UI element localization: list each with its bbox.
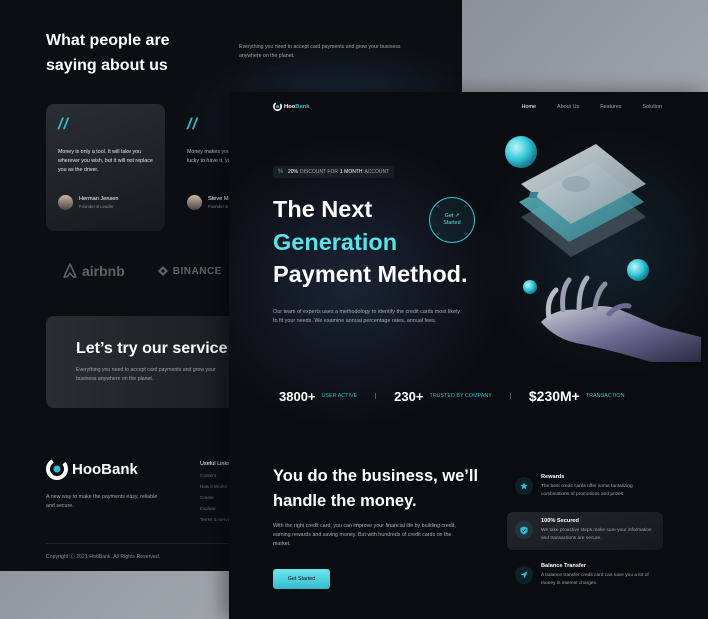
shield-icon — [515, 521, 533, 539]
brand-name: HooBank — [284, 103, 310, 110]
client-logos: airbnb BINANCE — [62, 263, 222, 279]
stats-bar: 3800+ USER ACTIVE 230+ TRUSTED BY COMPAN… — [279, 388, 625, 404]
quote-icon: // — [58, 116, 69, 133]
robot-hand — [541, 275, 701, 362]
testimonial-author: Herman Jensen Founder & Leader — [58, 195, 119, 210]
teal-sphere-left — [523, 280, 537, 294]
teal-sphere-top — [505, 136, 537, 168]
nav-logo[interactable]: HooBank — [273, 102, 309, 111]
testimonial-card: // Money is only a tool. It will take yo… — [46, 104, 165, 231]
teal-sphere-right — [627, 259, 649, 281]
feature-rewards: Rewards The best credit cards offer some… — [507, 468, 663, 506]
feature-secured: 100% Secured We take proactive steps mak… — [507, 512, 663, 550]
hero-title-line-3: Payment Method. — [273, 261, 468, 287]
author-role: Founder & Leader — [79, 204, 114, 209]
stat-transactions: $230M+ TRANSACTION — [528, 388, 625, 404]
nav-solution[interactable]: Solution — [643, 104, 662, 110]
nav-about-us[interactable]: About Us — [557, 104, 579, 110]
hero-title-line-2: Generation — [273, 229, 398, 255]
floating-cards — [519, 144, 646, 257]
hero-description: Our team of experts uses a methodology t… — [273, 309, 460, 325]
testimonials-subtitle: Everything you need to accept card payme… — [239, 44, 401, 59]
binance-logo: BINANCE — [157, 265, 222, 277]
cta-section: Let’s try our service now! Everything yo… — [46, 316, 270, 408]
avatar — [58, 195, 73, 210]
nav-home[interactable]: Home — [522, 104, 536, 110]
main-nav: Home About Us Features Solution — [501, 104, 662, 110]
author-name: Herman Jensen — [79, 196, 119, 202]
stat-users: 3800+ USER ACTIVE — [279, 388, 358, 404]
get-started-circle-button[interactable]: Get ↗ Started — [429, 197, 475, 243]
stat-companies: 230+ TRUSTED BY COMPANY — [394, 388, 492, 404]
star-icon — [515, 477, 533, 495]
landing-page-panel: HooBank Home About Us Features Solution … — [229, 92, 708, 619]
testimonial-text: Money is only a tool. It will take you w… — [58, 149, 153, 173]
cta-subtitle: Everything you need to accept card payme… — [76, 367, 216, 382]
business-heading: You do the business, we’ll handle the mo… — [273, 467, 479, 510]
copyright: Copyright Ⓒ 2021 HooBank. All Rights Res… — [46, 554, 161, 560]
airbnb-logo: airbnb — [62, 263, 125, 279]
footer-description: A new way to make the payments easy, rel… — [46, 494, 158, 509]
stat-divider — [509, 393, 511, 399]
hero-robot-hand-cards-illustration — [505, 136, 701, 362]
discount-icon: % — [277, 169, 284, 175]
discount-badge: % 20% DISCOUNT FOR 1 MONTH ACCOUNT — [273, 166, 395, 178]
get-started-button[interactable]: Get Started — [273, 569, 330, 589]
hoobank-logo-icon — [46, 458, 68, 480]
nav-features[interactable]: Features — [600, 104, 621, 110]
send-icon — [515, 566, 533, 584]
feature-balance-transfer: Balance Transfer A balance transfer cred… — [507, 557, 663, 595]
footer-brand-name: HooBank — [72, 460, 138, 478]
footer-logo[interactable]: HooBank — [46, 458, 138, 480]
hero-title-line-1: The Next — [273, 196, 373, 222]
business-description: With the right credit card, you can impr… — [273, 523, 456, 547]
testimonials-heading: What people are saying about us — [46, 32, 170, 74]
avatar — [187, 195, 202, 210]
binance-icon — [157, 266, 168, 276]
cta-title: Let’s try our service now! — [76, 340, 270, 357]
stat-divider — [375, 393, 377, 399]
hoobank-logo-icon — [273, 102, 282, 111]
airbnb-icon — [63, 263, 77, 278]
